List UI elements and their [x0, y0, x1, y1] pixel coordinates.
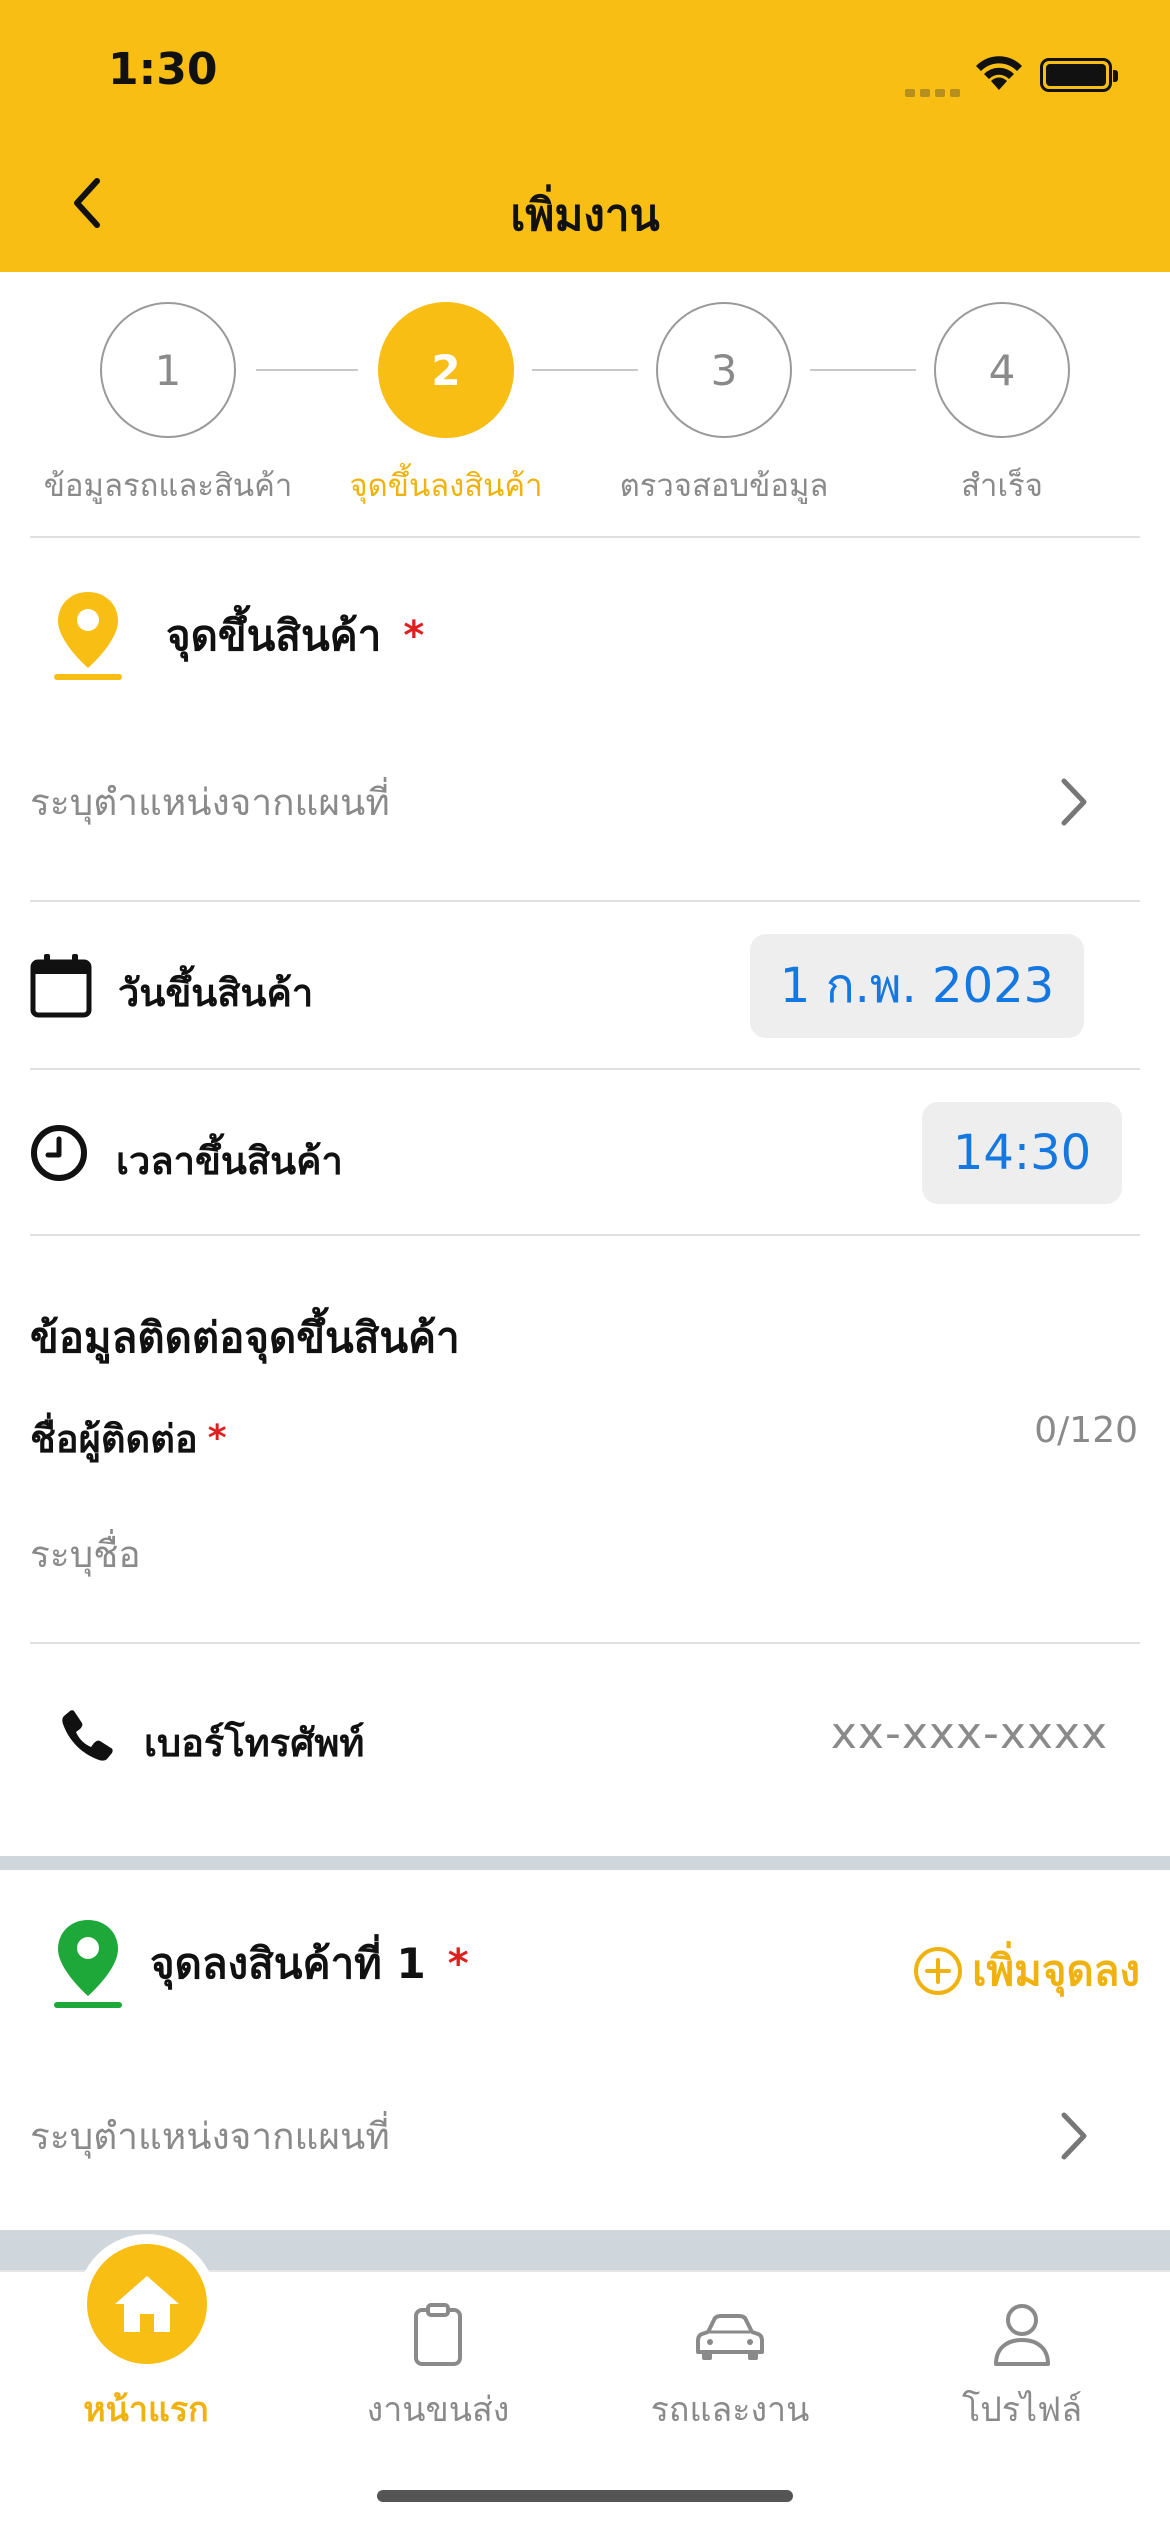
step-4-label: สำเร็จ: [961, 468, 1043, 504]
step-connector: [810, 369, 916, 371]
car-icon: [696, 2314, 764, 2360]
tab-profile-label: โปรไฟล์: [961, 2390, 1083, 2430]
pickup-section-title: จุดขึ้นสินค้า *: [48, 586, 424, 686]
pickup-contact-title: ข้อมูลติดต่อจุดขึ้นสินค้า: [30, 1313, 460, 1362]
step-2-circle: 2: [378, 302, 514, 438]
tab-shipments[interactable]: งานขนส่ง: [292, 2272, 584, 2472]
tab-vehicles-label: รถและงาน: [650, 2390, 810, 2430]
divider: [30, 900, 1140, 902]
dropoff-title-text: จุดลงสินค้าที่ 1: [150, 1939, 426, 1988]
divider: [30, 1642, 1140, 1644]
contact-name-input[interactable]: ระบุชื่อ: [30, 1526, 1140, 1582]
pickup-map-location-row[interactable]: ระบุตำแหน่งจากแผนที่: [30, 772, 1140, 832]
tab-home-label: หน้าแรก: [83, 2390, 209, 2430]
pickup-date-picker[interactable]: 1 ก.พ. 2023: [750, 934, 1084, 1038]
step-3-circle: 3: [656, 302, 792, 438]
dropoff-location-pin-icon: [54, 1920, 122, 2008]
pickup-time-picker[interactable]: 14:30: [922, 1102, 1122, 1204]
status-time: 1:30: [108, 44, 218, 95]
clipboard-icon: [414, 2303, 462, 2366]
progress-stepper: 1 2 3 4 ข้อมูลรถและสินค้า จุดขึ้นลงสินค้…: [0, 272, 1170, 537]
contact-name-label-text: ชื่อผู้ติดต่อ: [30, 1417, 198, 1461]
cellular-signal-icon: [905, 82, 965, 101]
divider: [30, 1234, 1140, 1236]
pickup-title-text: จุดขึ้นสินค้า: [166, 611, 382, 660]
step-3-label: ตรวจสอบข้อมูล: [619, 468, 829, 504]
status-bar: 1:30: [0, 0, 1170, 140]
phone-label: เบอร์โทรศัพท์: [144, 1721, 365, 1765]
pickup-date-label: วันขึ้นสินค้า: [118, 971, 314, 1015]
step-connector: [532, 369, 638, 371]
calendar-icon: [30, 952, 92, 1022]
pickup-time-label: เวลาขึ้นสินค้า: [116, 1139, 343, 1183]
pickup-map-placeholder: ระบุตำแหน่งจากแผนที่: [30, 780, 390, 824]
dropoff-map-location-row[interactable]: ระบุตำแหน่งจากแผนที่: [30, 2106, 1140, 2166]
tab-profile[interactable]: โปรไฟล์: [876, 2272, 1168, 2472]
battery-icon: [1040, 58, 1118, 92]
divider: [30, 1068, 1140, 1070]
divider: [30, 536, 1140, 538]
clock-icon: [30, 1124, 88, 1186]
profile-icon: [994, 2304, 1050, 2366]
step-2-label: จุดขึ้นลงสินค้า: [349, 468, 543, 504]
pickup-location-pin-icon: [54, 592, 122, 680]
home-icon: [87, 2244, 207, 2364]
step-1-circle: 1: [100, 302, 236, 438]
required-mark: *: [207, 1418, 227, 1459]
phone-input[interactable]: xx-xxx-xxxx: [831, 1708, 1108, 1759]
step-1-label: ข้อมูลรถและสินค้า: [43, 468, 293, 504]
required-mark: *: [447, 1941, 469, 1987]
chevron-right-icon: [1061, 778, 1087, 826]
add-dropoff-button[interactable]: เพิ่มจุดลง: [912, 1938, 1140, 2004]
chevron-right-icon: [1061, 2112, 1087, 2160]
step-4-circle: 4: [934, 302, 1070, 438]
plus-circle-icon: [914, 1947, 963, 1995]
dropoff-section-title: จุดลงสินค้าที่ 1 *: [48, 1914, 469, 2014]
wifi-icon: [972, 50, 1026, 96]
contact-name-label: ชื่อผู้ติดต่อ *: [30, 1408, 227, 1469]
home-indicator: [377, 2490, 793, 2502]
tab-vehicles[interactable]: รถและงาน: [584, 2272, 876, 2472]
contact-name-counter: 0/120: [1034, 1410, 1138, 1451]
add-dropoff-label: เพิ่มจุดลง: [972, 1946, 1140, 1995]
tab-shipments-label: งานขนส่ง: [366, 2390, 510, 2430]
tab-home[interactable]: หน้าแรก: [0, 2234, 292, 2472]
section-separator: [0, 1856, 1170, 1870]
required-mark: *: [403, 613, 425, 659]
dropoff-map-placeholder: ระบุตำแหน่งจากแผนที่: [30, 2114, 390, 2158]
navigation-bar: เพิ่มงาน: [0, 140, 1170, 272]
step-connector: [256, 369, 358, 371]
phone-icon: [60, 1708, 114, 1766]
page-title: เพิ่มงาน: [510, 190, 660, 241]
contact-name-placeholder: ระบุชื่อ: [30, 1532, 141, 1576]
